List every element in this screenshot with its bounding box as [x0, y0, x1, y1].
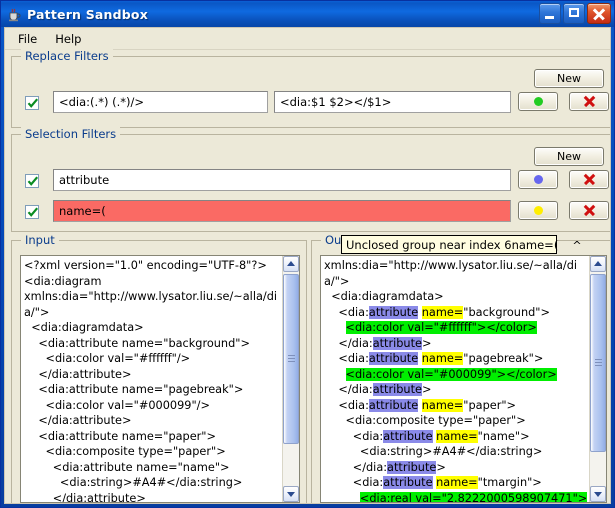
scroll-down-button[interactable]: [590, 486, 606, 502]
selection-filters-legend: Selection Filters: [21, 127, 120, 141]
replace-filters-group: Replace Filters New <dia:(.*) (.*)/> <di…: [11, 56, 611, 128]
replace-filter-delete-button[interactable]: [569, 92, 609, 111]
output-highlight-blue: attribute: [369, 352, 418, 365]
error-tooltip-message: Unclosed group near index 6name=(: [346, 238, 558, 253]
output-scrollbar[interactable]: [589, 256, 606, 502]
grip-icon: [595, 359, 602, 367]
scrollbar-thumb[interactable]: [283, 274, 299, 444]
blue-dot-icon: [534, 175, 543, 184]
output-group: Output xmlns:dia="http://www.lysator.liu…: [311, 240, 611, 504]
selection-filter-1-input[interactable]: name=(: [53, 200, 511, 222]
chevron-down-icon: [594, 492, 602, 497]
title-bar[interactable]: Pattern Sandbox: [1, 1, 614, 27]
output-highlight-yellow: name=: [422, 306, 464, 319]
selection-filter-1-enabled-checkbox[interactable]: [25, 205, 39, 219]
maximize-icon: [569, 8, 579, 17]
input-legend: Input: [21, 233, 59, 247]
replace-pattern-input[interactable]: <dia:(.*) (.*)/>: [53, 91, 268, 113]
output-highlight-yellow: name=: [422, 399, 464, 412]
selection-filter-0-color-button[interactable]: [518, 170, 558, 189]
selection-filters-group: Selection Filters New attribute: [11, 134, 611, 232]
selection-filter-0-input[interactable]: attribute: [53, 169, 511, 191]
output-highlight-yellow: name=: [436, 430, 478, 443]
output-textarea[interactable]: xmlns:dia="http://www.lysator.liu.se/~al…: [321, 256, 589, 502]
chevron-up-icon: [287, 261, 295, 266]
scrollbar-thumb[interactable]: [590, 274, 606, 452]
green-dot-icon: [534, 97, 543, 106]
input-group: Input <?xml version="1.0" encoding="UTF-…: [11, 240, 307, 504]
chevron-down-icon: [287, 492, 295, 497]
output-highlight-green: <dia:color val="#000099"></color>: [346, 368, 557, 381]
scroll-up-button[interactable]: [283, 256, 299, 272]
menu-item-help[interactable]: Help: [46, 30, 90, 48]
selection-filters-new-button[interactable]: New: [534, 147, 604, 166]
output-highlight-blue: attribute: [387, 461, 436, 474]
window-controls: [539, 3, 611, 24]
error-tooltip: Unclosed group near index 6name=( ^: [341, 235, 557, 254]
selection-filter-1-color-button[interactable]: [518, 201, 558, 220]
caret-up-icon: ^: [572, 238, 581, 253]
content-area: Replace Filters New <dia:(.*) (.*)/> <di…: [5, 50, 610, 503]
grip-icon: [288, 355, 295, 363]
java-coffee-cup-icon: [6, 6, 22, 22]
output-highlight-blue: attribute: [369, 306, 418, 319]
replace-replacement-input[interactable]: <dia:$1 $2></$1>: [274, 91, 511, 113]
input-textarea-wrapper: <?xml version="1.0" encoding="UTF-8"?> <…: [20, 255, 300, 503]
yellow-dot-icon: [534, 206, 543, 215]
replace-filter-enabled-checkbox[interactable]: [25, 96, 39, 110]
maximize-button[interactable]: [563, 3, 585, 24]
output-highlight-yellow: name=: [436, 476, 478, 489]
checkmark-icon: [26, 205, 40, 219]
close-button[interactable]: [587, 3, 611, 24]
client-area: File Help Replace Filters New <dia:(.*) …: [4, 27, 611, 504]
output-highlight-blue: attribute: [383, 476, 432, 489]
scroll-down-button[interactable]: [283, 486, 299, 502]
scroll-up-button[interactable]: [590, 256, 606, 272]
delete-x-icon: [583, 204, 596, 217]
replace-filter-color-button[interactable]: [518, 92, 558, 111]
menu-bar: File Help: [5, 28, 610, 50]
output-highlight-blue: attribute: [373, 383, 422, 396]
output-highlight-yellow: name=: [422, 352, 464, 365]
delete-x-icon: [583, 173, 596, 186]
selection-filter-0-delete-button[interactable]: [569, 170, 609, 189]
minimize-icon: [545, 16, 554, 19]
replace-filters-new-button[interactable]: New: [534, 69, 604, 88]
window-title: Pattern Sandbox: [27, 7, 148, 22]
selection-filter-0-enabled-checkbox[interactable]: [25, 174, 39, 188]
selection-filter-1-delete-button[interactable]: [569, 201, 609, 220]
input-textarea[interactable]: <?xml version="1.0" encoding="UTF-8"?> <…: [21, 256, 282, 502]
output-highlight-green: <dia:real val="2.8222000598907471"></rea…: [324, 492, 587, 503]
checkmark-icon: [26, 96, 40, 110]
checkmark-icon: [26, 174, 40, 188]
chevron-up-icon: [594, 261, 602, 266]
output-textarea-wrapper: xmlns:dia="http://www.lysator.liu.se/~al…: [320, 255, 607, 503]
delete-x-icon: [583, 95, 596, 108]
menu-item-file[interactable]: File: [9, 30, 46, 48]
output-highlight-blue: attribute: [373, 337, 422, 350]
replace-filters-legend: Replace Filters: [21, 49, 113, 63]
application-window: Pattern Sandbox File Help Replace Filter…: [0, 0, 615, 508]
minimize-button[interactable]: [539, 3, 561, 24]
output-highlight-green: <dia:color val="#ffffff"></color>: [346, 321, 537, 334]
output-highlight-blue: attribute: [369, 399, 418, 412]
output-highlight-blue: attribute: [383, 430, 432, 443]
input-scrollbar[interactable]: [282, 256, 299, 502]
